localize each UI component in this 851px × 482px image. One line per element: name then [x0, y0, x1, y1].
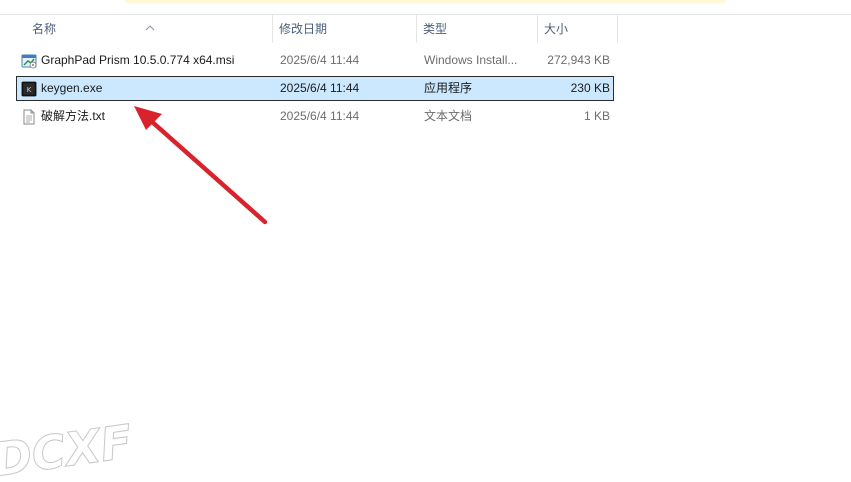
- msi-installer-icon: [21, 54, 37, 69]
- file-name: 破解方法.txt: [41, 109, 106, 123]
- file-name: keygen.exe: [41, 81, 103, 95]
- svg-text:DCXF: DCXF: [0, 414, 135, 482]
- file-size: 272,943 KB: [547, 53, 610, 67]
- file-size: 1 KB: [583, 109, 610, 123]
- file-row-crack-method-txt[interactable]: 破解方法.txt 2025/6/4 11:44 文本文档 1 KB: [16, 104, 614, 129]
- file-type: Windows Install...: [424, 53, 518, 67]
- file-row-graphpad-msi[interactable]: GraphPad Prism 10.5.0.774 x64.msi 2025/6…: [16, 48, 614, 73]
- top-accent-bar: [125, 0, 725, 3]
- file-modified-date: 2025/6/4 11:44: [280, 109, 360, 123]
- top-strip: [0, 0, 851, 15]
- text-file-icon: [23, 109, 35, 125]
- watermark-logo: DCXF: [0, 414, 136, 482]
- column-header-type[interactable]: 类型: [417, 15, 538, 43]
- exe-app-icon: K: [21, 81, 37, 97]
- file-type: 文本文档: [424, 109, 473, 123]
- file-row-keygen-exe[interactable]: K keygen.exe 2025/6/4 11:44 应用程序 230 KB: [16, 76, 614, 101]
- file-name: GraphPad Prism 10.5.0.774 x64.msi: [41, 53, 235, 67]
- file-modified-date: 2025/6/4 11:44: [280, 53, 360, 67]
- column-header-size[interactable]: 大小: [538, 15, 618, 43]
- file-type: 应用程序: [424, 81, 473, 95]
- sort-ascending-icon: [145, 25, 155, 31]
- file-size: 230 KB: [570, 81, 610, 95]
- column-header-bar: 名称 修改日期 类型 大小: [0, 15, 620, 43]
- file-modified-date: 2025/6/4 11:44: [280, 81, 360, 95]
- column-header-date[interactable]: 修改日期: [273, 15, 417, 43]
- svg-text:K: K: [27, 86, 32, 94]
